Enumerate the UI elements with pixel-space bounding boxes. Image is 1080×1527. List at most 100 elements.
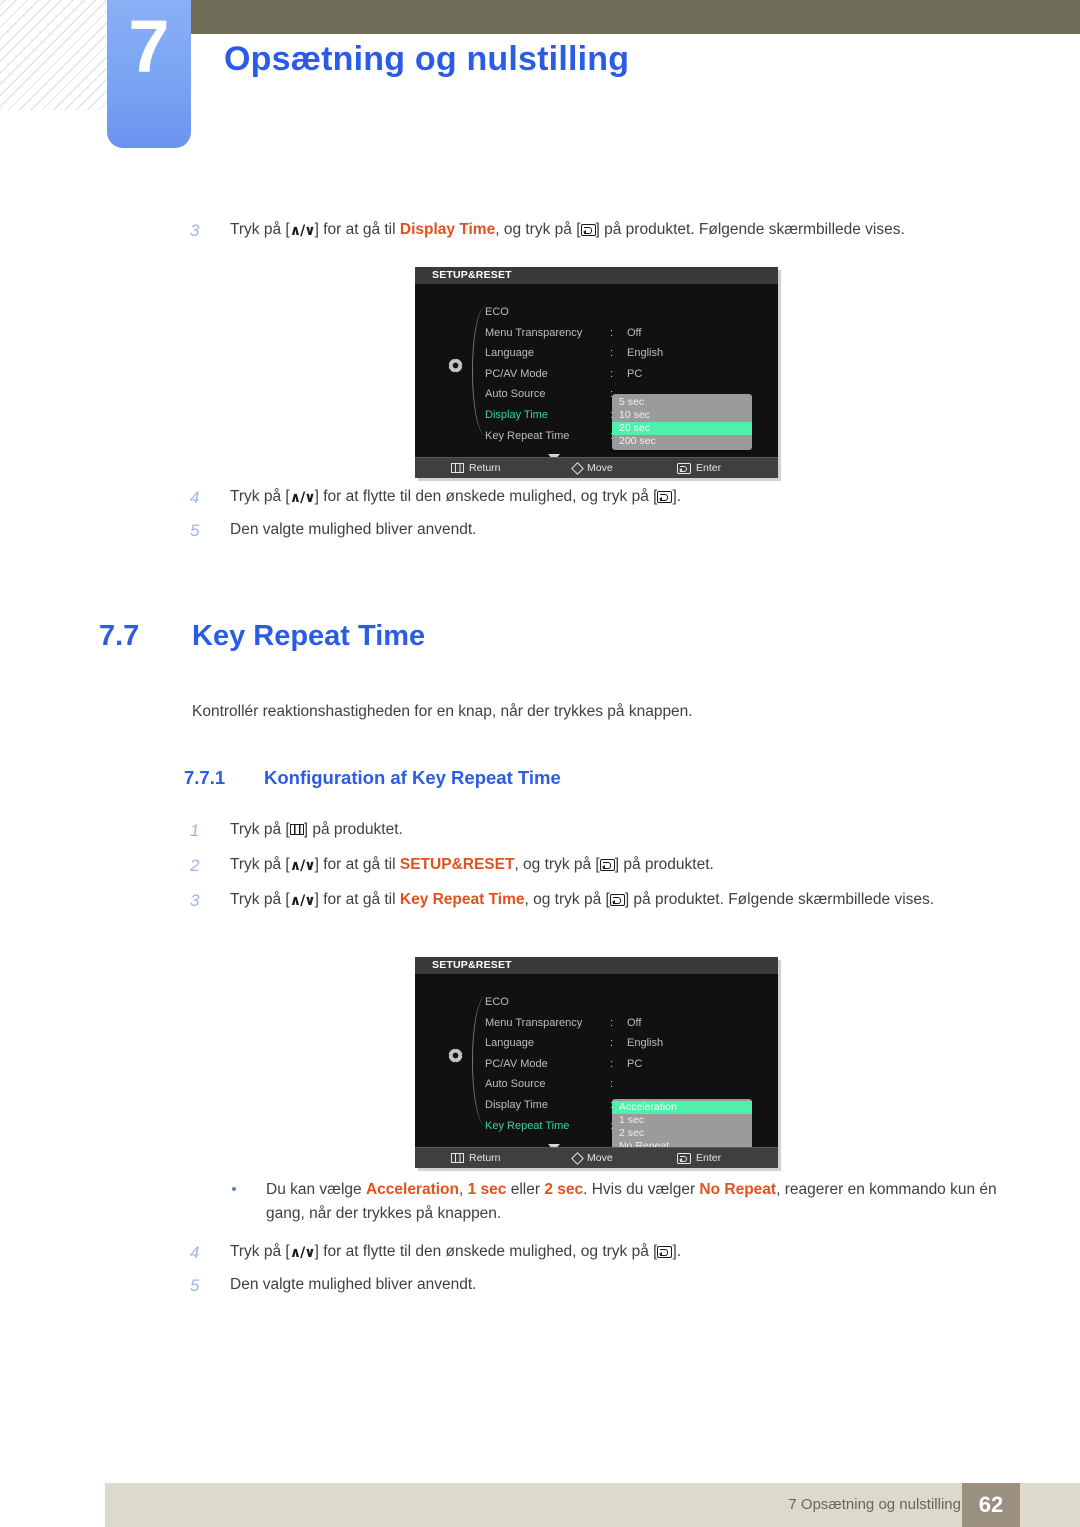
osd-row[interactable]: Auto Source: <box>485 1074 663 1095</box>
keyword-setup-reset: SETUP&RESET <box>399 856 515 873</box>
osd-row-colon: : <box>610 347 614 360</box>
osd-footer-move-label: Move <box>587 1152 613 1164</box>
osd-footer-enter[interactable]: Enter <box>677 458 721 478</box>
keyword-acceleration: Acceleration <box>365 1181 459 1198</box>
osd-footer-move[interactable]: Move <box>571 458 613 478</box>
osd-row-label: ECO <box>485 996 509 1008</box>
dropdown-option[interactable]: 2 sec <box>612 1127 752 1140</box>
keyword-no-repeat: No Repeat <box>699 1181 777 1198</box>
osd-row[interactable]: Menu Transparency: Off <box>485 1013 663 1034</box>
osd-footer-return[interactable]: Return <box>451 1148 501 1168</box>
enter-key-icon <box>677 1152 691 1164</box>
chapter-number: 7 <box>128 5 170 88</box>
note-text-part: Du kan vælge <box>266 1181 366 1198</box>
key-enter-icon <box>580 224 596 236</box>
step-text: Tryk på [∧/∨] for at gå til Key Repeat T… <box>230 888 1000 912</box>
step-text-part: , og tryk på [ <box>514 856 600 873</box>
step-text: Tryk på [∧/∨] for at flytte til den ønsk… <box>230 485 1020 509</box>
gear-icon <box>446 356 465 375</box>
osd-row-value: English <box>627 347 664 360</box>
dropdown-option-selected[interactable]: Acceleration <box>612 1101 752 1114</box>
osd-row[interactable]: Menu Transparency: Off <box>485 323 663 344</box>
step-text-part: ] på produktet. Følgende skærmbillede vi… <box>624 891 935 908</box>
step-text: Den valgte mulighed bliver anvendt. <box>230 1276 477 1293</box>
osd-row-label: PC/AV Mode <box>485 1057 548 1070</box>
dropdown-option[interactable]: 5 sec <box>612 396 752 409</box>
dropdown-option[interactable]: 1 sec <box>612 1114 752 1127</box>
osd-row-colon: : <box>610 1057 614 1070</box>
subsection-heading-771: 7.7.1 Konfiguration af Key Repeat Time <box>184 767 561 789</box>
osd-row[interactable]: Language: English <box>485 343 663 364</box>
note-bullet-text: Du kan vælge Acceleration, 1 sec eller 2… <box>266 1178 1022 1226</box>
osd-footer-move[interactable]: Move <box>571 1148 613 1168</box>
step-text: Tryk på [∧/∨] for at gå til Display Time… <box>230 218 1020 242</box>
key-updown-icon: ∧/∨ <box>289 223 316 239</box>
step-text-part: ] på produktet. <box>614 856 714 873</box>
menu-key-icon <box>289 824 304 835</box>
step-item: 4 Tryk på [∧/∨] for at flytte til den øn… <box>190 485 1020 509</box>
chapter-tab: 7 <box>107 0 191 148</box>
osd-row-colon: : <box>610 367 614 380</box>
step-text-part: Tryk på [ <box>230 891 290 908</box>
key-updown-icon: ∧/∨ <box>289 1245 316 1261</box>
key-enter-icon <box>599 859 615 871</box>
step-text-part: ] for at gå til <box>314 891 400 908</box>
step-text-part: ] på produktet. Følgende skærmbillede vi… <box>595 221 905 238</box>
keyword-display-time: Display Time <box>399 221 496 238</box>
step-number: 5 <box>190 1276 200 1295</box>
dropdown-option-selected[interactable]: 20 sec <box>612 422 752 435</box>
step-text-part: , og tryk på [ <box>524 891 610 908</box>
step-text-part: Tryk på [ <box>230 821 290 838</box>
dropdown-option[interactable]: 200 sec <box>612 435 752 448</box>
osd-row[interactable]: PC/AV Mode: PC <box>485 364 663 385</box>
footer-page-number: 62 <box>962 1483 1020 1527</box>
osd-row-colon: : <box>610 326 614 339</box>
menu-bars-icon <box>451 463 464 473</box>
osd-row[interactable]: Language: English <box>485 1033 663 1054</box>
step-number: 3 <box>190 221 200 240</box>
osd-footer-bar: Return Move Enter <box>415 457 778 478</box>
osd-row-label: Key Repeat Time <box>485 1119 570 1132</box>
osd-footer-enter-label: Enter <box>696 462 722 474</box>
osd-row-label: ECO <box>485 306 509 318</box>
subsection-title: Konfiguration af Key Repeat Time <box>264 767 561 788</box>
step-text-part: ] for at gå til <box>314 221 400 238</box>
diamond-move-icon <box>571 461 584 475</box>
osd-row-label: Auto Source <box>485 1078 546 1091</box>
step-text: Tryk på [∧/∨] for at flytte til den ønsk… <box>230 1240 1020 1264</box>
osd-row[interactable]: ECO <box>485 992 663 1013</box>
step-number: 2 <box>190 856 200 875</box>
osd-footer-enter[interactable]: Enter <box>677 1148 721 1168</box>
step-number: 5 <box>190 521 200 540</box>
key-updown-icon: ∧/∨ <box>289 490 316 506</box>
osd-row-label: Display Time <box>485 1098 548 1111</box>
osd-screenshot-key-repeat-time: SETUP&RESET ECO Menu Transparency: Off … <box>415 957 778 1168</box>
step-number: 4 <box>190 1243 200 1262</box>
osd-footer-return[interactable]: Return <box>451 458 501 478</box>
page-title: Opsætning og nulstilling <box>224 40 630 78</box>
key-enter-icon <box>657 491 673 503</box>
osd-title: SETUP&RESET <box>415 957 778 974</box>
step-text-part: ]. <box>672 488 682 505</box>
diamond-move-icon <box>571 1151 584 1165</box>
osd-row-value: Off <box>627 1016 642 1029</box>
osd-footer-return-label: Return <box>469 1152 501 1164</box>
gear-icon <box>446 1046 465 1065</box>
osd-stage: ECO Menu Transparency: Off Language: Engli… <box>415 974 778 1155</box>
step-item: 3 Tryk på [∧/∨] for at gå til Key Repeat… <box>190 888 1000 912</box>
osd-row[interactable]: ECO <box>485 302 663 323</box>
dropdown-option[interactable]: 10 sec <box>612 409 752 422</box>
osd-stage: ECO Menu Transparency: Off Language: Engli… <box>415 284 778 461</box>
osd-row-value: Off <box>627 326 642 339</box>
menu-bars-icon <box>451 1153 464 1163</box>
step-item: 5 Den valgte mulighed bliver anvendt. <box>190 1273 1020 1297</box>
step-text: Tryk på [∧/∨] for at gå til SETUP&RESET,… <box>230 853 1020 877</box>
osd-row[interactable]: PC/AV Mode: PC <box>485 1054 663 1075</box>
section-title: Key Repeat Time <box>192 620 426 652</box>
step-text: Tryk på [] på produktet. <box>230 818 1020 842</box>
header-olive-bar <box>190 0 1080 34</box>
osd-row-label: PC/AV Mode <box>485 367 548 380</box>
osd-row-value: English <box>627 1037 664 1050</box>
osd-dropdown-display-time[interactable]: 5 sec 10 sec 20 sec 200 sec <box>612 394 752 450</box>
section-heading-77: 7.7 Key Repeat Time <box>99 620 425 653</box>
